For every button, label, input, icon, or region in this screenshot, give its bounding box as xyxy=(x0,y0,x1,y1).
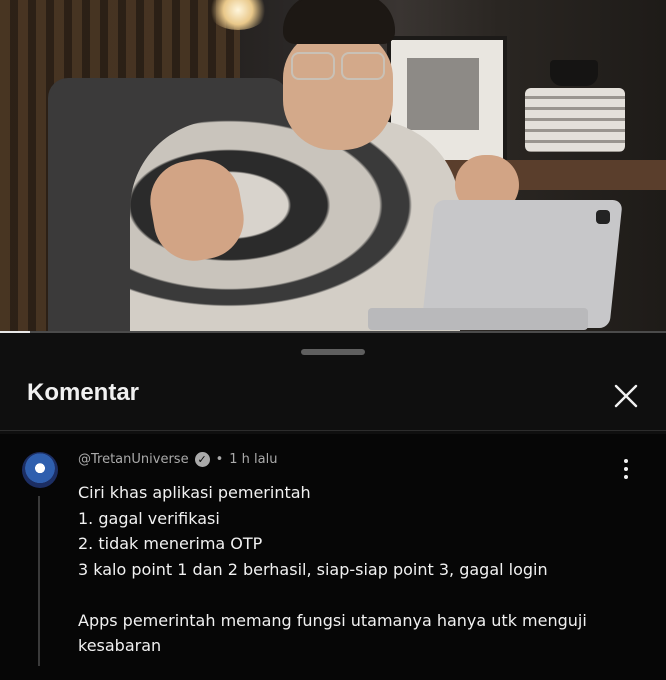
presenter-glasses xyxy=(289,52,385,80)
comments-title: Komentar xyxy=(27,379,140,406)
comment-line: kesabaran xyxy=(78,636,162,655)
vase xyxy=(550,60,598,86)
video-progress-fill xyxy=(0,331,30,333)
comment-line: Apps pemerintah memang fungsi utamanya h… xyxy=(78,610,587,630)
presenter-face xyxy=(283,30,393,150)
verified-check-icon: ✓ xyxy=(194,452,210,467)
meta-separator: • xyxy=(215,452,224,467)
tablet-camera xyxy=(596,210,610,224)
close-icon[interactable] xyxy=(608,378,644,414)
drag-handle[interactable] xyxy=(301,349,365,355)
video-progress-bar[interactable] xyxy=(0,331,666,333)
comment-line: 3 kalo point 1 dan 2 berhasil, siap-siap… xyxy=(78,559,548,579)
video-player[interactable] xyxy=(0,0,666,333)
comment-time: 1 h lalu xyxy=(229,452,278,467)
comment-item: @TretanUniverse ✓ • 1 h lalu Ciri khas a… xyxy=(0,434,666,680)
thread-line xyxy=(38,496,40,666)
comment-line: 2. tidak menerima OTP xyxy=(78,534,263,553)
comment-body: Ciri khas aplikasi pemerintah 1. gagal v… xyxy=(78,480,638,659)
presenter-hair-top xyxy=(283,0,395,44)
avatar[interactable] xyxy=(22,452,58,488)
comment-line: 1. gagal verifikasi xyxy=(78,508,220,528)
tablet-keyboard xyxy=(368,308,588,330)
comment-blank-line xyxy=(78,582,638,608)
comment-line: Ciri khas aplikasi pemerintah xyxy=(78,483,311,502)
comment-meta: @TretanUniverse ✓ • 1 h lalu xyxy=(78,452,277,467)
comment-author[interactable]: @TretanUniverse xyxy=(78,452,189,467)
header-divider xyxy=(0,430,666,431)
comments-sheet: Komentar @TretanUniverse ✓ • 1 h lalu Ci… xyxy=(0,334,666,680)
more-vert-icon[interactable] xyxy=(620,458,632,480)
stacked-plates xyxy=(525,88,625,152)
